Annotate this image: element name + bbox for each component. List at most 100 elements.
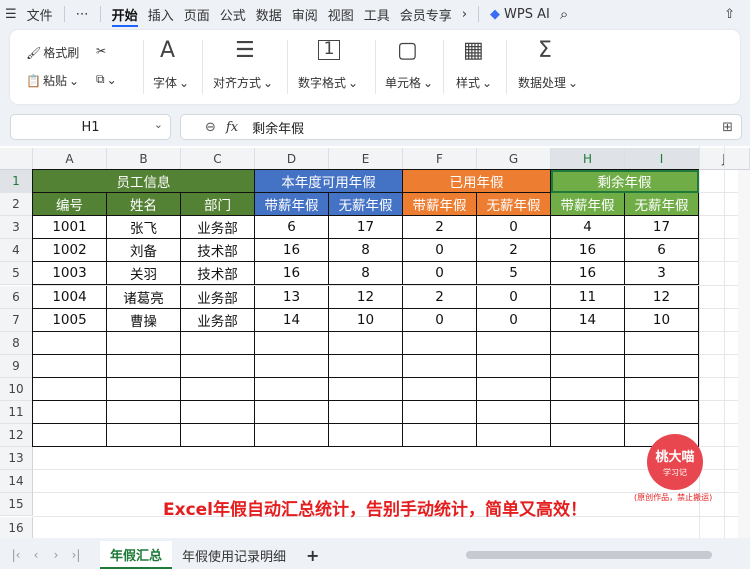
empty-cell[interactable] — [329, 401, 403, 425]
table-cell[interactable]: 3 — [625, 262, 699, 286]
row-header[interactable]: 11 — [0, 401, 33, 425]
row-header[interactable]: 7 — [0, 308, 33, 332]
empty-cell[interactable] — [551, 424, 625, 448]
table-cell[interactable]: 14 — [255, 308, 329, 332]
empty-cell[interactable] — [477, 377, 551, 401]
last-sheet-icon[interactable]: ›| — [66, 548, 86, 562]
vertical-scrollbar[interactable] — [738, 170, 750, 538]
empty-cell[interactable] — [181, 354, 255, 378]
table-cell[interactable]: 17 — [329, 216, 403, 240]
table-cell[interactable]: 17 — [625, 216, 699, 240]
table-cell[interactable]: 11 — [551, 285, 625, 309]
format-painter-button[interactable]: 🖌 格式刷 — [26, 44, 79, 61]
empty-cell[interactable] — [107, 377, 181, 401]
table-cell[interactable]: 1004 — [33, 285, 107, 309]
expand-formula-icon[interactable]: ⊞ — [722, 120, 733, 135]
row-header[interactable]: 9 — [0, 354, 33, 378]
table-cell[interactable]: 张飞 — [107, 216, 181, 240]
column-header[interactable]: C — [181, 148, 255, 170]
table-cell[interactable]: 12 — [329, 285, 403, 309]
sub-header-cell[interactable]: 带薪年假 — [255, 193, 329, 217]
column-header[interactable]: B — [107, 148, 181, 170]
tab-tools[interactable]: 工具 — [359, 0, 395, 28]
empty-cell[interactable] — [625, 331, 699, 355]
table-cell[interactable]: 0 — [403, 308, 477, 332]
table-cell[interactable]: 0 — [403, 262, 477, 286]
empty-cell[interactable] — [255, 331, 329, 355]
group-header-cell[interactable]: 剩余年假 — [551, 170, 699, 194]
column-header[interactable]: F — [403, 148, 477, 170]
style-button[interactable]: 样式 ⌄ — [456, 74, 492, 91]
table-cell[interactable]: 10 — [329, 308, 403, 332]
empty-cell[interactable] — [181, 377, 255, 401]
empty-cell[interactable] — [255, 401, 329, 425]
table-cell[interactable]: 12 — [625, 285, 699, 309]
cell-icon[interactable]: ▢ — [397, 40, 418, 62]
table-cell[interactable]: 关羽 — [107, 262, 181, 286]
empty-cell[interactable] — [107, 424, 181, 448]
group-header-cell[interactable]: 员工信息 — [33, 170, 255, 194]
sheet-tab-detail[interactable]: 年假使用记录明细 — [172, 541, 296, 569]
table-cell[interactable]: 0 — [403, 239, 477, 263]
empty-cell[interactable] — [329, 331, 403, 355]
column-header[interactable]: I — [625, 148, 699, 170]
empty-cell[interactable] — [181, 331, 255, 355]
sub-header-cell[interactable]: 带薪年假 — [551, 193, 625, 217]
row-header[interactable]: 5 — [0, 262, 33, 286]
sub-header-cell[interactable]: 无薪年假 — [329, 193, 403, 217]
table-cell[interactable]: 2 — [477, 239, 551, 263]
row-header[interactable]: 8 — [0, 331, 33, 355]
empty-cell[interactable] — [477, 424, 551, 448]
table-cell[interactable]: 业务部 — [181, 308, 255, 332]
alignment-button[interactable]: 对齐方式 ⌄ — [213, 74, 273, 91]
empty-cell[interactable] — [625, 354, 699, 378]
table-cell[interactable]: 14 — [551, 308, 625, 332]
empty-cell[interactable] — [403, 377, 477, 401]
tab-home[interactable]: 开始 — [107, 0, 143, 28]
empty-cell[interactable] — [551, 354, 625, 378]
table-cell[interactable]: 0 — [477, 285, 551, 309]
empty-cell[interactable] — [33, 424, 107, 448]
table-cell[interactable]: 16 — [255, 239, 329, 263]
copy-button[interactable]: ⧉ ⌄ — [96, 72, 117, 87]
table-cell[interactable]: 2 — [403, 216, 477, 240]
empty-cell[interactable] — [181, 424, 255, 448]
table-cell[interactable]: 16 — [551, 262, 625, 286]
search-icon[interactable]: ⌕ — [555, 0, 573, 28]
empty-cell[interactable] — [403, 401, 477, 425]
font-button[interactable]: 字体 ⌄ — [153, 74, 189, 91]
empty-cell[interactable] — [107, 401, 181, 425]
column-header[interactable]: G — [477, 148, 551, 170]
chevron-right-icon[interactable]: › — [457, 0, 472, 28]
tab-insert[interactable]: 插入 — [143, 0, 179, 28]
empty-cell[interactable] — [329, 424, 403, 448]
first-sheet-icon[interactable]: |‹ — [6, 548, 26, 562]
row-header[interactable]: 14 — [0, 470, 33, 494]
row-header[interactable]: 2 — [0, 193, 33, 217]
table-cell[interactable]: 曹操 — [107, 308, 181, 332]
table-cell[interactable]: 4 — [551, 216, 625, 240]
row-header[interactable]: 1 — [0, 170, 33, 194]
row-header[interactable]: 12 — [0, 424, 33, 448]
table-cell[interactable]: 1005 — [33, 308, 107, 332]
empty-cell[interactable] — [255, 354, 329, 378]
empty-cell[interactable] — [107, 354, 181, 378]
column-header[interactable]: H — [551, 148, 625, 170]
empty-cell[interactable] — [477, 354, 551, 378]
font-icon[interactable]: A — [160, 40, 175, 62]
empty-cell[interactable] — [477, 331, 551, 355]
row-header[interactable]: 10 — [0, 377, 33, 401]
formula-bar[interactable]: ⊖ fx 剩余年假 ⊞ — [180, 114, 742, 140]
upload-icon[interactable]: ⇧ — [719, 0, 740, 28]
empty-cell[interactable] — [255, 377, 329, 401]
sub-header-cell[interactable]: 无薪年假 — [477, 193, 551, 217]
select-all-corner[interactable] — [0, 148, 33, 170]
empty-cell[interactable] — [403, 354, 477, 378]
empty-cell[interactable] — [551, 331, 625, 355]
empty-cell[interactable] — [329, 377, 403, 401]
table-cell[interactable]: 8 — [329, 239, 403, 263]
menu-file[interactable]: 文件 — [22, 0, 58, 28]
empty-cell[interactable] — [33, 331, 107, 355]
empty-cell[interactable] — [551, 401, 625, 425]
empty-cell[interactable] — [33, 401, 107, 425]
